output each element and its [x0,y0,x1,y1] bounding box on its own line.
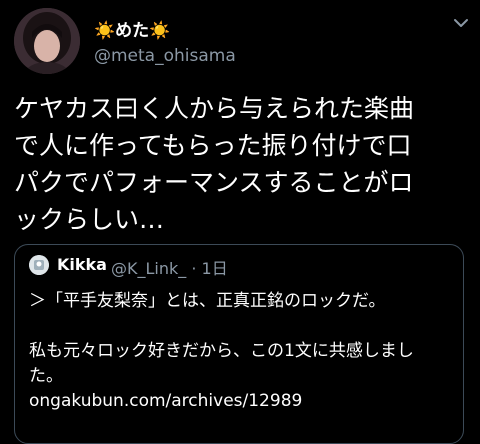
quoted-handle-time: @K_Link_ · 1日 [111,259,228,278]
quoted-text-spacer [29,314,455,339]
quoted-tweet[interactable]: Kikka @K_Link_ · 1日 ＞「平手友梨奈」とは、正真正銘のロックだ… [14,244,464,444]
avatar-photo [14,8,80,74]
avatar[interactable] [14,8,80,74]
tweet-text: ケヤカス曰く人から与えられた楽曲 で人に作ってもらった振り付けで口 パクでパフォ… [14,90,474,238]
quoted-text: ＞「平手友梨奈」とは、正真正銘のロックだ。 私も元々ロック好きだから、この1文に… [29,289,455,414]
quoted-text-line: ＞「平手友梨奈」とは、正真正銘のロックだ。 [29,291,386,311]
tweet-text-line: パクでパフォーマンスすることがロ [14,168,414,197]
chevron-down-icon[interactable] [452,14,470,32]
user-handle[interactable]: @meta_ohisama [94,46,236,66]
quoted-text-line: た。 [29,366,63,386]
quoted-text-line: 私も元々ロック好きだから、この1文に共感しまし [29,341,414,361]
tweet-text-line: で人に作ってもらった振り付けで口 [14,131,412,160]
tweet-text-line: ケヤカス曰く人から与えられた楽曲 [14,94,415,123]
display-name[interactable]: ☀️めた☀️ [94,16,170,41]
quoted-avatar [29,255,49,275]
quoted-display-name: Kikka [57,255,107,274]
tweet: ☀️めた☀️ @meta_ohisama ケヤカス曰く人から与えられた楽曲 で人… [0,0,480,444]
quoted-link[interactable]: ongakubun.com/archives/12989 [29,389,455,414]
tweet-text-line: ックらしい… [14,205,165,234]
